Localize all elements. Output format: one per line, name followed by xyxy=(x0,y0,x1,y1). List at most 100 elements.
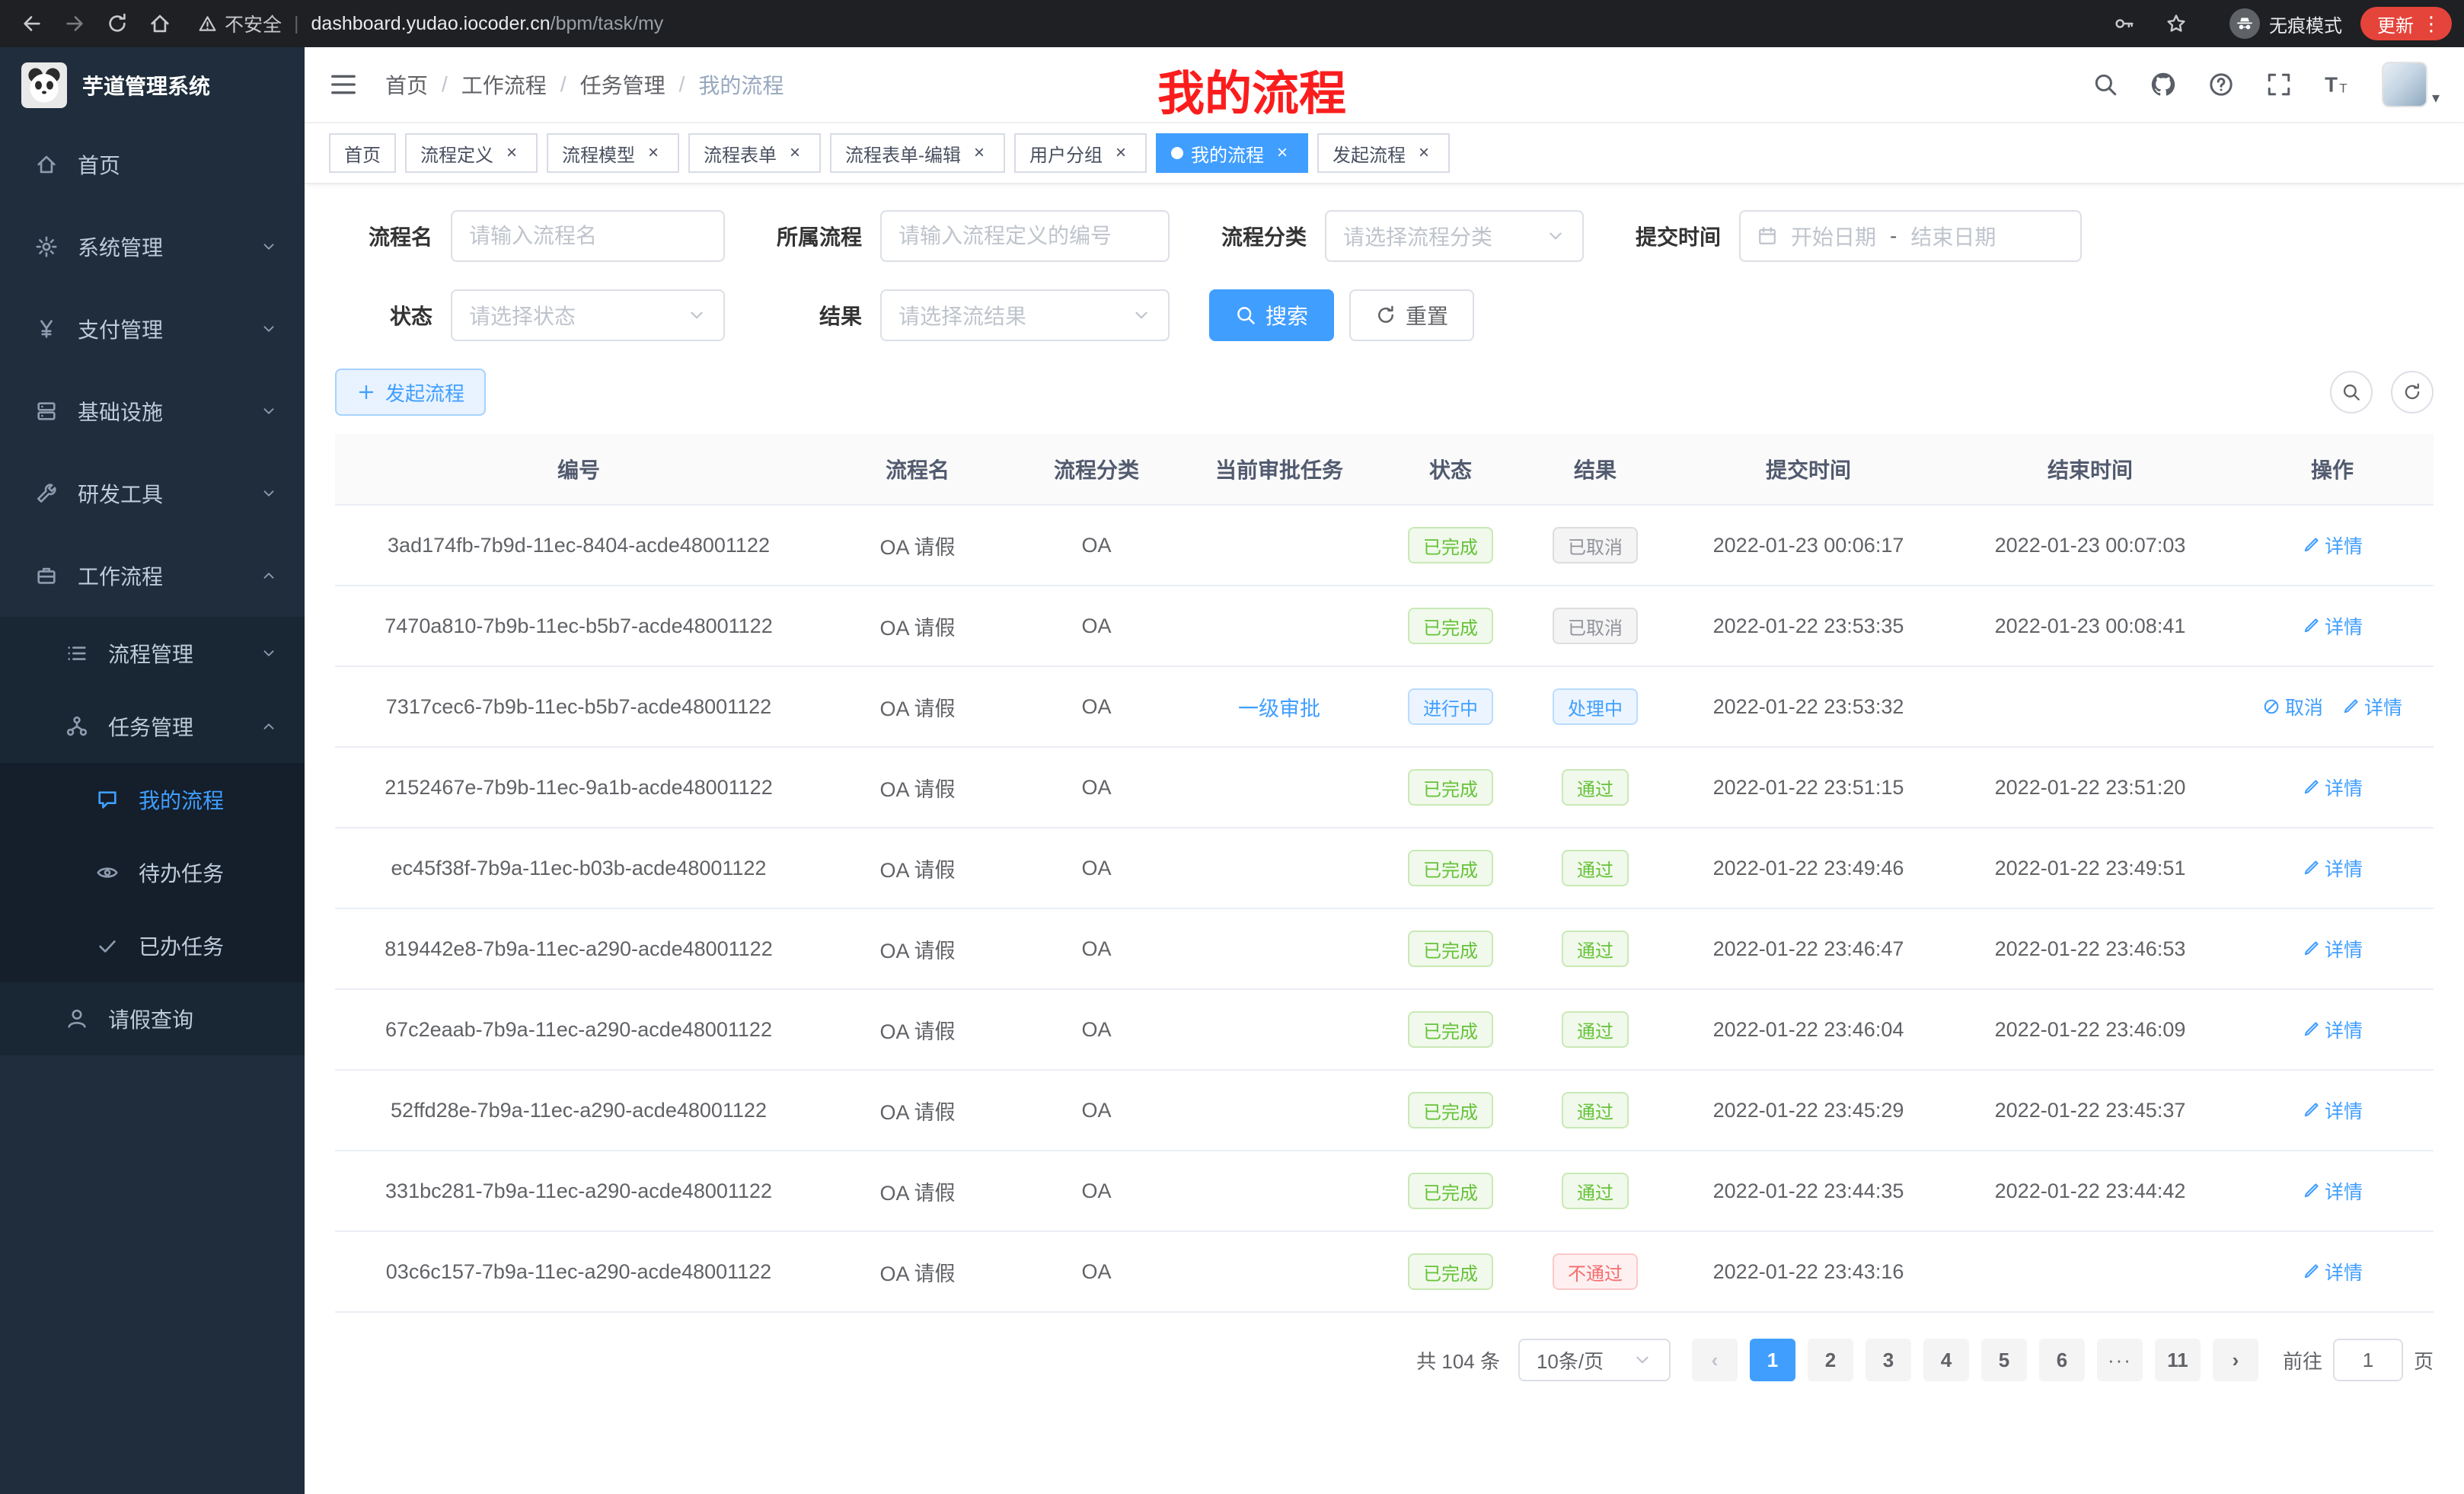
home-button[interactable] xyxy=(140,5,180,42)
update-label: 更新 xyxy=(2377,11,2414,37)
page-button-3[interactable]: 3 xyxy=(1866,1339,1911,1381)
sidebar-item-leave-query[interactable]: 请假查询 xyxy=(0,982,305,1055)
cell-result: 通过 xyxy=(1523,1151,1668,1231)
submit-time-range-picker[interactable]: 开始日期 - 结束日期 xyxy=(1739,210,2082,262)
task-link[interactable]: 一级审批 xyxy=(1238,698,1320,720)
security-warning[interactable]: 不安全 xyxy=(198,10,282,37)
tab-my-process[interactable]: 我的流程× xyxy=(1156,133,1308,173)
prev-page-button[interactable]: ‹ xyxy=(1692,1339,1738,1381)
next-page-button[interactable]: › xyxy=(2213,1339,2258,1381)
search-icon[interactable] xyxy=(2092,72,2118,97)
start-process-button[interactable]: 发起流程 xyxy=(335,369,486,416)
column-header: 结果 xyxy=(1523,434,1668,505)
detail-link[interactable]: 详情 xyxy=(2341,693,2402,720)
sidebar-item-process-management[interactable]: 流程管理 xyxy=(0,617,305,690)
page-button-11[interactable]: 11 xyxy=(2155,1339,2201,1381)
status-select[interactable]: 请选择状态 xyxy=(451,289,725,341)
detail-link[interactable]: 详情 xyxy=(2302,1258,2363,1285)
process-id-input[interactable] xyxy=(880,210,1170,262)
edit-icon xyxy=(2302,1101,2320,1119)
page-button-2[interactable]: 2 xyxy=(1808,1339,1853,1381)
user-menu[interactable]: ▾ xyxy=(2382,62,2440,107)
back-button[interactable] xyxy=(12,5,52,42)
detail-link[interactable]: 详情 xyxy=(2302,1016,2363,1043)
sidebar-item-system[interactable]: 系统管理 xyxy=(0,206,305,288)
font-size-icon[interactable]: TT xyxy=(2324,72,2350,97)
page-size-select[interactable]: 10条/页 xyxy=(1518,1339,1671,1381)
incognito-icon xyxy=(2236,14,2254,33)
status-badge: 已完成 xyxy=(1408,1011,1493,1048)
sidebar-item-devtools[interactable]: 研发工具 xyxy=(0,452,305,535)
close-icon[interactable]: × xyxy=(643,142,664,164)
page-button-4[interactable]: 4 xyxy=(1923,1339,1969,1381)
breadcrumb-item[interactable]: 首页 xyxy=(385,69,428,100)
help-icon[interactable] xyxy=(2208,72,2234,97)
detail-link[interactable]: 详情 xyxy=(2302,774,2363,801)
detail-link[interactable]: 详情 xyxy=(2302,935,2363,962)
cancel-link[interactable]: 取消 xyxy=(2262,693,2323,720)
forward-button[interactable] xyxy=(55,5,94,42)
breadcrumb-item[interactable]: 工作流程 xyxy=(461,69,547,100)
close-icon[interactable]: × xyxy=(784,142,806,164)
search-button[interactable]: 搜索 xyxy=(1209,289,1334,341)
bookmark-star-icon[interactable] xyxy=(2166,13,2187,34)
sidebar-item-task-management[interactable]: 任务管理 xyxy=(0,690,305,763)
detail-link[interactable]: 详情 xyxy=(2302,854,2363,882)
tab-user-group[interactable]: 用户分组× xyxy=(1014,133,1147,173)
detail-link[interactable]: 详情 xyxy=(2302,1097,2363,1124)
tab-process-form[interactable]: 流程表单× xyxy=(688,133,821,173)
close-icon[interactable]: × xyxy=(1110,142,1131,164)
detail-link[interactable]: 详情 xyxy=(2302,532,2363,559)
breadcrumb: 首页/工作流程/任务管理/我的流程 xyxy=(385,69,784,100)
goto-page-input[interactable] xyxy=(2333,1339,2403,1381)
cell-category: OA xyxy=(1013,505,1180,586)
sidebar-toggle[interactable] xyxy=(329,70,358,99)
close-icon[interactable]: × xyxy=(1413,142,1435,164)
tab-start-process[interactable]: 发起流程× xyxy=(1317,133,1450,173)
refresh-table-button[interactable] xyxy=(2391,371,2434,413)
page-button-6[interactable]: 6 xyxy=(2039,1339,2085,1381)
close-icon[interactable]: × xyxy=(501,142,522,164)
sidebar-item-label: 请假查询 xyxy=(108,1004,193,1034)
detail-link[interactable]: 详情 xyxy=(2302,612,2363,640)
result-select[interactable]: 请选择流结果 xyxy=(880,289,1170,341)
goto-suffix: 页 xyxy=(2414,1346,2434,1374)
toggle-search-button[interactable] xyxy=(2330,371,2373,413)
sidebar-item-todo-task[interactable]: 待办任务 xyxy=(0,836,305,909)
reload-button[interactable] xyxy=(97,5,137,42)
app-logo[interactable]: 芋道管理系统 xyxy=(0,47,305,123)
category-select[interactable]: 请选择流程分类 xyxy=(1325,210,1584,262)
tab-process-form-edit[interactable]: 流程表单-编辑× xyxy=(830,133,1005,173)
key-icon[interactable] xyxy=(2114,13,2135,34)
sidebar-item-workflow[interactable]: 工作流程 xyxy=(0,535,305,617)
tab-home[interactable]: 首页 xyxy=(329,133,396,173)
page-button-1[interactable]: 1 xyxy=(1750,1339,1795,1381)
sidebar-item-home[interactable]: 首页 xyxy=(0,123,305,206)
tab-process-definition[interactable]: 流程定义× xyxy=(405,133,538,173)
cell-id: 819442e8-7b9a-11ec-a290-acde48001122 xyxy=(335,908,822,989)
cell-end-time: 2022-01-22 23:51:20 xyxy=(1949,747,2231,828)
github-icon[interactable] xyxy=(2150,72,2176,97)
cell-status: 已完成 xyxy=(1378,989,1523,1070)
page-button-5[interactable]: 5 xyxy=(1981,1339,2027,1381)
address-bar[interactable]: 不安全 | dashboard.yudao.iocoder.cn/bpm/tas… xyxy=(198,10,2196,37)
more-pages[interactable]: ··· xyxy=(2097,1339,2143,1381)
sidebar-item-my-process[interactable]: 我的流程 xyxy=(0,763,305,836)
breadcrumb-item[interactable]: 任务管理 xyxy=(580,69,665,100)
calendar-icon xyxy=(1757,226,1777,246)
fullscreen-icon[interactable] xyxy=(2266,72,2292,97)
cell-actions: 详情 xyxy=(2231,1070,2434,1151)
close-icon[interactable]: × xyxy=(1272,142,1293,164)
reset-button[interactable]: 重置 xyxy=(1349,289,1474,341)
browser-menu-icon[interactable]: ⋮ xyxy=(2421,12,2441,36)
breadcrumb-separator: / xyxy=(442,72,448,97)
update-button[interactable]: 更新 ⋮ xyxy=(2360,7,2452,40)
sidebar-item-payment[interactable]: 支付管理 xyxy=(0,288,305,370)
sidebar: 芋道管理系统 首页系统管理支付管理基础设施研发工具工作流程流程管理任务管理我的流… xyxy=(0,47,305,1494)
tab-process-model[interactable]: 流程模型× xyxy=(547,133,679,173)
detail-link[interactable]: 详情 xyxy=(2302,1177,2363,1205)
close-icon[interactable]: × xyxy=(969,142,990,164)
sidebar-item-done-task[interactable]: 已办任务 xyxy=(0,909,305,982)
process-name-input[interactable] xyxy=(451,210,725,262)
sidebar-item-infrastructure[interactable]: 基础设施 xyxy=(0,370,305,452)
